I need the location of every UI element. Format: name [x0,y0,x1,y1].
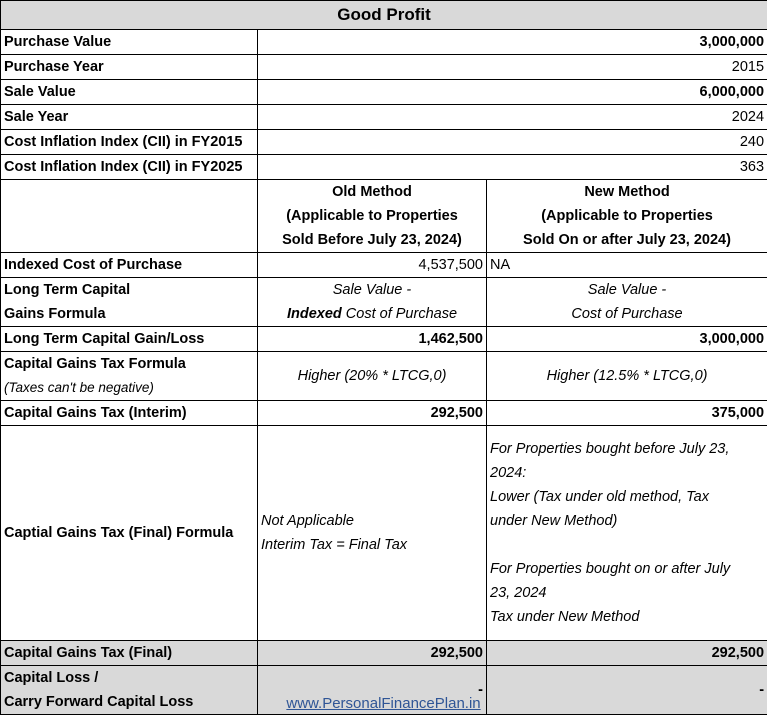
final-formula-new-4: under New Method) [490,513,618,529]
title-row: Good Profit [0,0,767,30]
table-row: Capital Gains Tax (Final) 292,500 292,50… [0,640,767,666]
cii-2025-value: 363 [256,154,767,180]
final-formula-new-2: 2024: [490,465,527,481]
cgt-formula-old: Higher (20% * LTCG,0) [257,351,487,401]
capital-loss-label-1: Capital Loss / [4,670,99,686]
new-method-subtitle-1: (Applicable to Properties [541,208,713,224]
website-link[interactable]: www.PersonalFinancePlan.in [286,695,480,712]
table-row: Cost Inflation Index (CII) in FY2015 240 [0,129,767,155]
new-method-header: New Method (Applicable to Properties Sol… [485,179,767,253]
ltcg-formula-old: Sale Value - Indexed Cost of Purchase [257,277,487,327]
cii-2025-label: Cost Inflation Index (CII) in FY2025 [0,154,258,180]
table-title: Good Profit [0,0,767,30]
final-formula-spacer [490,533,764,557]
cgt-formula-label: Capital Gains Tax Formula (Taxes can't b… [0,351,258,401]
final-formula-new-6: 23, 2024 [490,585,547,601]
ltcg-formula-label: Long Term Capital Gains Formula [0,277,258,327]
old-method-header: Old Method (Applicable to Properties Sol… [257,179,487,253]
sale-value: 6,000,000 [256,79,767,105]
spreadsheet: Good Profit Purchase Value 3,000,000 Pur… [0,0,767,715]
table-row: Sale Value 6,000,000 [0,79,767,105]
old-method-subtitle-2: Sold Before July 23, 2024) [282,232,462,248]
ltcg-new: 3,000,000 [485,326,767,352]
ltcg-formula-new-1: Sale Value - [587,282,667,298]
final-formula-label: Captial Gains Tax (Final) Formula [0,425,258,641]
table-row: Indexed Cost of Purchase 4,537,500 NA [0,252,767,278]
table-row: Long Term Capital Gains Formula Sale Val… [0,277,767,327]
old-method-subtitle-1: (Applicable to Properties [286,208,458,224]
cgt-interim-old: 292,500 [257,400,487,426]
ltcg-formula-new: Sale Value - Cost of Purchase [485,277,767,327]
ltcg-formula-old-2: Indexed Cost of Purchase [261,302,483,326]
cgt-formula-note: (Taxes can't be negative) [4,380,154,395]
cgt-formula-new: Higher (12.5% * LTCG,0) [485,351,767,401]
cgt-interim-new: 375,000 [485,400,767,426]
table-row: Captial Gains Tax (Final) Formula Not Ap… [0,425,767,641]
indexed-word: Indexed [286,306,342,322]
ltcg-formula-old-1: Sale Value - [332,282,412,298]
new-method-title: New Method [584,184,670,200]
cgt-final-label: Capital Gains Tax (Final) [0,640,258,666]
final-formula-old: Not Applicable Interim Tax = Final Tax [257,425,487,641]
purchase-year-label: Purchase Year [0,54,258,80]
ltcg-label: Long Term Capital Gain/Loss [0,326,258,352]
table-row: Long Term Capital Gain/Loss 1,462,500 3,… [0,326,767,352]
cgt-final-new: 292,500 [485,640,767,666]
sale-value-label: Sale Value [0,79,258,105]
indexed-cost-label: Indexed Cost of Purchase [0,252,258,278]
table-row: Purchase Value 3,000,000 [0,29,767,55]
table-row: Capital Gains Tax Formula (Taxes can't b… [0,351,767,401]
final-formula-new: For Properties bought before July 23, 20… [485,425,767,641]
purchase-year: 2015 [256,54,767,80]
sale-year-label: Sale Year [0,104,258,130]
footer: www.PersonalFinancePlan.in [0,693,767,715]
ltcg-old: 1,462,500 [257,326,487,352]
new-method-subtitle-2: Sold On or after July 23, 2024) [523,232,731,248]
final-formula-new-7: Tax under New Method [490,609,640,625]
ltcg-formula-old-2-rest: Cost of Purchase [341,306,458,322]
cgt-formula-label-text: Capital Gains Tax Formula [4,356,186,372]
ltcg-formula-new-2: Cost of Purchase [571,306,683,322]
cii-2015-value: 240 [256,129,767,155]
table-row: Capital Gains Tax (Interim) 292,500 375,… [0,400,767,426]
final-formula-old-1: Not Applicable [261,513,354,529]
cgt-final-old: 292,500 [257,640,487,666]
purchase-value: 3,000,000 [256,29,767,55]
indexed-cost-new: NA [485,252,767,278]
purchase-value-label: Purchase Value [0,29,258,55]
final-formula-new-5: For Properties bought on or after July [490,561,731,577]
ltcg-formula-label-1: Long Term Capital [4,282,131,298]
final-formula-new-1: For Properties bought before July 23, [490,441,730,457]
method-header-row: Old Method (Applicable to Properties Sol… [0,179,767,253]
table-row: Cost Inflation Index (CII) in FY2025 363 [0,154,767,180]
table-row: Purchase Year 2015 [0,54,767,80]
cii-2015-label: Cost Inflation Index (CII) in FY2015 [0,129,258,155]
capital-gains-table: Good Profit Purchase Value 3,000,000 Pur… [0,0,767,715]
indexed-cost-old: 4,537,500 [257,252,487,278]
ltcg-formula-label-2: Gains Formula [4,306,106,322]
table-row: Sale Year 2024 [0,104,767,130]
old-method-title: Old Method [332,184,412,200]
final-formula-new-3: Lower (Tax under old method, Tax [490,489,709,505]
empty-cell [0,179,258,253]
sale-year: 2024 [256,104,767,130]
final-formula-old-2: Interim Tax = Final Tax [261,537,408,553]
cgt-interim-label: Capital Gains Tax (Interim) [0,400,258,426]
